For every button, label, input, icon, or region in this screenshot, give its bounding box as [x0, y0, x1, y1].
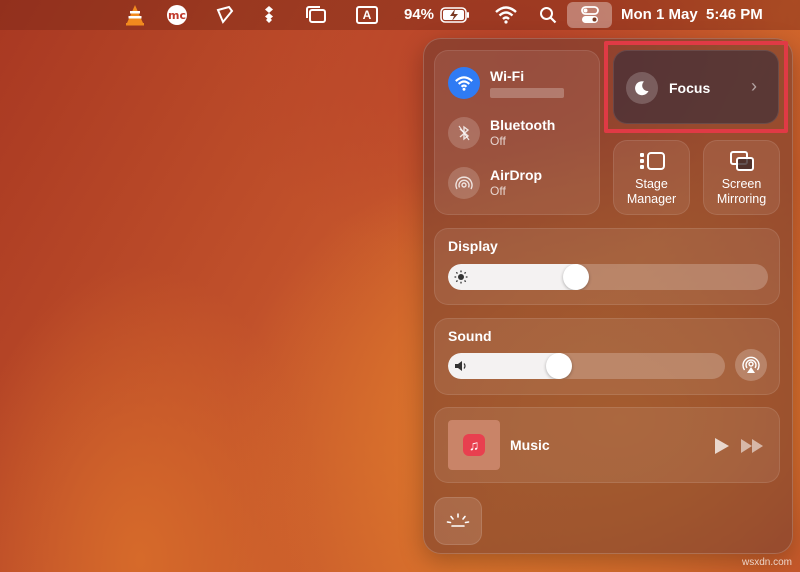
wifi-toggle-icon[interactable]	[448, 67, 480, 99]
mc-icon[interactable]: mc	[166, 4, 188, 26]
wifi-toggle[interactable]: Wi-Fi	[448, 67, 564, 99]
sound-title: Sound	[448, 328, 492, 344]
speaker-icon	[455, 361, 466, 371]
input-source-icon[interactable]: A	[354, 4, 380, 26]
pen-icon[interactable]	[214, 4, 236, 26]
bluetooth-status: Off	[490, 134, 506, 148]
connectivity-tile: Wi-Fi Bluetooth Off AirDrop Off	[434, 50, 600, 215]
menu-bar-clock[interactable]: Mon 1 May 5:46 PM	[621, 6, 763, 23]
airdrop-toggle[interactable]: AirDrop Off	[448, 167, 542, 199]
fast-forward-icon	[741, 439, 763, 453]
stage-manager-label-2: Manager	[626, 192, 677, 206]
wifi-label: Wi-Fi	[490, 68, 525, 84]
play-icon	[715, 438, 729, 454]
bluetooth-label: Bluetooth	[490, 117, 556, 133]
vlc-icon[interactable]	[124, 4, 146, 26]
keyboard-brightness-button[interactable]	[434, 497, 482, 545]
music-artwork[interactable]: ♫	[448, 420, 500, 470]
airdrop-label: AirDrop	[490, 167, 543, 183]
brightness-slider[interactable]	[448, 264, 768, 290]
stage-manager-button[interactable]: Stage Manager	[613, 140, 690, 215]
brightness-slider-knob[interactable]	[563, 264, 589, 290]
keyboard-brightness-icon	[446, 513, 470, 527]
stage-manager-icon	[638, 151, 666, 176]
watermark: wsxdn.com	[741, 557, 792, 568]
bluetooth-icon[interactable]	[448, 117, 480, 149]
airdrop-icon[interactable]	[448, 167, 480, 199]
wifi-icon[interactable]	[494, 4, 518, 26]
dropbox-icon[interactable]	[258, 4, 280, 26]
menu-bar: mc A 94% Mon 1 May 5:46 PM	[0, 0, 800, 30]
screen-mirroring-button[interactable]: Screen Mirroring	[703, 140, 780, 215]
airplay-audio-button[interactable]	[735, 349, 767, 381]
control-center-icon[interactable]	[579, 4, 601, 26]
screen-mirroring-label-1: Screen	[721, 177, 762, 191]
battery-percent: 94%	[404, 6, 435, 23]
volume-slider-knob[interactable]	[545, 353, 572, 379]
music-label: Music	[510, 437, 550, 453]
airplay-audio-icon	[742, 356, 760, 373]
display-title: Display	[448, 238, 498, 254]
screen-mirroring-label-2: Mirroring	[716, 192, 767, 206]
svg-text:mc: mc	[168, 9, 186, 22]
screen-mirroring-icon	[729, 150, 755, 177]
input-source-label: A	[356, 6, 378, 24]
battery-charging-icon[interactable]	[440, 4, 470, 26]
stage-manager-label-1: Stage	[635, 177, 668, 191]
fast-forward-button[interactable]	[740, 438, 764, 459]
window-icon[interactable]	[304, 4, 328, 26]
sun-icon	[454, 270, 468, 284]
wifi-network-name-redacted	[490, 88, 564, 98]
airdrop-status: Off	[490, 184, 506, 198]
bluetooth-toggle[interactable]: Bluetooth Off	[448, 117, 555, 149]
highlight-annotation-box	[604, 41, 788, 133]
music-app-icon: ♫	[463, 434, 485, 456]
search-icon[interactable]	[538, 4, 558, 26]
play-button[interactable]	[712, 437, 730, 460]
volume-slider[interactable]	[448, 353, 725, 379]
